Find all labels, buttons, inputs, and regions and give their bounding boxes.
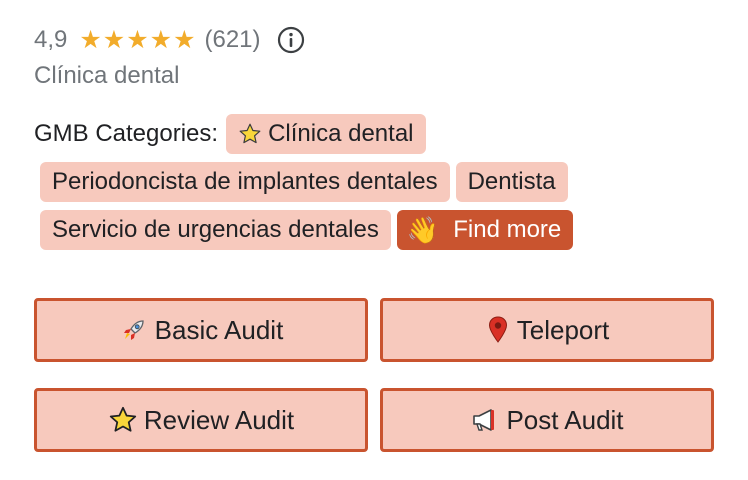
- find-more-label: Find more: [453, 216, 562, 243]
- star-icon: ★: [149, 25, 173, 54]
- rocket-icon: [119, 315, 149, 345]
- star-icon: ★: [102, 25, 126, 54]
- star-rating: ★ ★ ★ ★ ★: [79, 25, 196, 54]
- categories-label: GMB Categories:: [34, 120, 219, 147]
- post-audit-label: Post Audit: [506, 404, 624, 435]
- waving-hand-icon: 👋: [406, 214, 440, 245]
- info-icon[interactable]: [277, 26, 305, 54]
- category-chip[interactable]: Periodoncista de implantes dentales: [40, 162, 450, 202]
- map-pin-icon: [485, 315, 511, 345]
- rating-row: 4,9 ★ ★ ★ ★ ★ (621): [34, 22, 305, 58]
- star-icon: [238, 122, 262, 146]
- megaphone-icon: [470, 407, 500, 433]
- category-chip[interactable]: Dentista: [455, 162, 568, 202]
- rating-value: 4,9: [34, 26, 68, 53]
- teleport-button[interactable]: Teleport: [380, 298, 714, 362]
- categories-row: Servicio de urgencias dentales 👋 Find mo…: [40, 210, 579, 250]
- categories-row: GMB Categories: Clínica dental: [34, 114, 432, 154]
- find-more-button[interactable]: 👋 Find more: [396, 210, 574, 250]
- basic-audit-button[interactable]: Basic Audit: [34, 298, 368, 362]
- review-count[interactable]: (621): [204, 26, 260, 54]
- review-audit-label: Review Audit: [143, 404, 295, 435]
- categories-row: Periodoncista de implantes dentales Dent…: [40, 162, 574, 202]
- category-chip-label: Clínica dental: [268, 120, 414, 147]
- review-audit-button[interactable]: Review Audit: [34, 388, 368, 452]
- star-icon: ★: [79, 25, 102, 54]
- basic-audit-label: Basic Audit: [154, 314, 284, 345]
- category-chip-primary[interactable]: Clínica dental: [226, 114, 426, 154]
- post-audit-button[interactable]: Post Audit: [380, 388, 714, 452]
- business-category: Clínica dental: [34, 62, 180, 89]
- star-icon: [108, 405, 138, 435]
- star-icon: ★: [126, 25, 149, 54]
- category-chip[interactable]: Servicio de urgencias dentales: [40, 210, 391, 250]
- teleport-label: Teleport: [516, 314, 610, 345]
- star-icon: ★: [173, 25, 196, 54]
